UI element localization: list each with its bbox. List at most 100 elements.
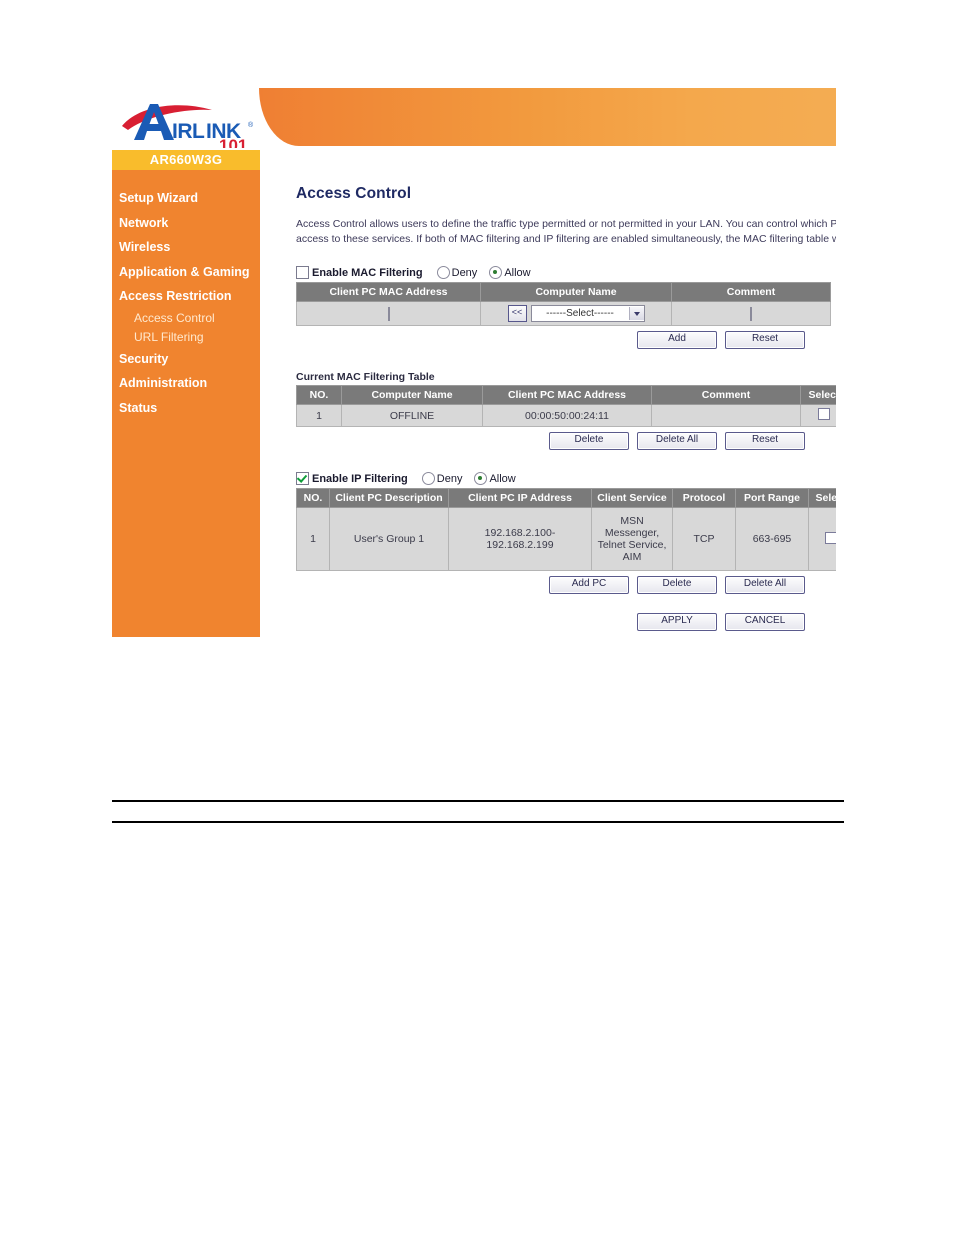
cell-select [800, 404, 836, 427]
header-client-mac: Client PC MAC Address [296, 282, 481, 302]
table-header-row: NO. Client PC Description Client PC IP A… [296, 488, 836, 508]
cell-ip-address: 192.168.2.100-192.168.2.199 [448, 507, 592, 571]
ip-deny-radio[interactable] [421, 472, 435, 485]
computer-name-control: << ------Select------ [507, 305, 645, 322]
reset-button[interactable]: Reset [725, 432, 805, 450]
mac-deny-radio[interactable] [436, 266, 450, 279]
header-no: NO. [296, 488, 330, 508]
router-admin-page: Wire IRL INK ® 101 AR660W3G Setup Wizard… [0, 0, 954, 1235]
airlink-logo: IRL INK ® 101 [120, 96, 260, 148]
ip-table-buttons: Add PC Delete Delete All [296, 576, 805, 594]
enable-ip-filtering-checkbox[interactable] [296, 472, 309, 485]
footer-divider-bottom [112, 821, 844, 823]
mac-deny-label: Deny [451, 266, 478, 279]
ip-deny-label: Deny [436, 472, 463, 485]
ip-filter-options: Enable IP Filtering Deny Allow [296, 472, 836, 485]
delete-button[interactable]: Delete [637, 576, 717, 594]
cell-comment-input [671, 301, 831, 326]
page-description: Access Control allows users to define th… [296, 217, 836, 246]
cell-port-range: 663-695 [735, 507, 809, 571]
header-computer-name: Computer Name [480, 282, 672, 302]
reset-button[interactable]: Reset [725, 331, 805, 349]
mac-filter-options: Enable MAC Filtering Deny Allow [296, 266, 836, 279]
ip-filtering-table: NO. Client PC Description Client PC IP A… [296, 488, 836, 571]
enable-mac-filtering-label: Enable MAC Filtering [312, 266, 423, 279]
cell-no: 1 [296, 404, 342, 427]
svg-text:101: 101 [219, 136, 247, 148]
sidebar-subitem-url-filtering[interactable]: URL Filtering [112, 328, 260, 347]
ip-allow-label: Allow [489, 472, 516, 485]
cell-select [808, 507, 836, 571]
sidebar-item-security[interactable]: Security [112, 347, 260, 372]
header-comment: Comment [651, 385, 801, 405]
mac-allow-radio[interactable] [489, 266, 503, 279]
row-select-checkbox[interactable] [825, 531, 836, 544]
table-header-row: NO. Computer Name Client PC MAC Address … [296, 385, 836, 405]
computer-name-select-value: ------Select------ [546, 308, 614, 319]
add-button[interactable]: Add [637, 331, 717, 349]
header-computer-name: Computer Name [341, 385, 483, 405]
banner-gradient: Wire [259, 88, 836, 146]
mac-allow-label: Allow [504, 266, 531, 279]
copy-left-button[interactable]: << [507, 305, 527, 322]
cancel-button[interactable]: CANCEL [725, 613, 805, 631]
cell-description: User's Group 1 [329, 507, 449, 571]
header-port-range: Port Range [735, 488, 809, 508]
description-line-1: Access Control allows users to define th… [296, 218, 836, 230]
model-name-bar: AR660W3G [112, 150, 260, 170]
header-select: Select [800, 385, 836, 405]
mac-table-caption: Current MAC Filtering Table [296, 371, 435, 383]
header-select: Select [808, 488, 836, 508]
sidebar-nav: Setup Wizard Network Wireless Applicatio… [112, 170, 260, 420]
delete-button[interactable]: Delete [549, 432, 629, 450]
delete-all-button[interactable]: Delete All [725, 576, 805, 594]
apply-button[interactable]: APPLY [637, 613, 717, 631]
table-row: 1 OFFLINE 00:00:50:00:24:11 [296, 404, 836, 427]
cell-no: 1 [296, 507, 330, 571]
sidebar-item-wireless[interactable]: Wireless [112, 235, 260, 260]
add-pc-button[interactable]: Add PC [549, 576, 629, 594]
footer-divider-top [112, 800, 844, 802]
sidebar-item-access-restriction[interactable]: Access Restriction [112, 284, 260, 309]
computer-name-select[interactable]: ------Select------ [530, 305, 645, 322]
mac-table-buttons: Delete Delete All Reset [296, 432, 805, 450]
comment-input[interactable] [750, 306, 752, 321]
table-row: 1 User's Group 1 192.168.2.100-192.168.2… [296, 507, 836, 571]
sidebar-item-administration[interactable]: Administration [112, 371, 260, 396]
footer-buttons: APPLY CANCEL [296, 613, 805, 631]
header-comment: Comment [671, 282, 831, 302]
current-mac-filtering-table: NO. Computer Name Client PC MAC Address … [296, 385, 836, 427]
cell-protocol: TCP [672, 507, 736, 571]
page-title: Access Control [296, 185, 412, 202]
mac-address-input[interactable] [387, 306, 390, 321]
header-no: NO. [296, 385, 342, 405]
cell-mac-address: 00:00:50:00:24:11 [482, 404, 652, 427]
sidebar: AR660W3G Setup Wizard Network Wireless A… [112, 150, 260, 637]
svg-text:IRL: IRL [172, 120, 205, 143]
sidebar-subitem-access-control[interactable]: Access Control [112, 309, 260, 328]
sidebar-item-status[interactable]: Status [112, 396, 260, 421]
header-client-service: Client Service [591, 488, 673, 508]
enable-ip-filtering-label: Enable IP Filtering [312, 472, 408, 485]
chevron-down-icon [628, 307, 644, 320]
sidebar-item-network[interactable]: Network [112, 211, 260, 236]
delete-all-button[interactable]: Delete All [637, 432, 717, 450]
mac-entry-buttons: Add Reset [296, 331, 805, 349]
sidebar-item-setup-wizard[interactable]: Setup Wizard [112, 186, 260, 211]
description-line-2: access to these services. If both of MAC… [296, 232, 836, 245]
enable-mac-filtering-checkbox[interactable] [296, 266, 309, 279]
mac-entry-table: Client PC MAC Address Computer Name Comm… [296, 282, 831, 326]
cell-computer-name-select: << ------Select------ [480, 301, 672, 326]
svg-text:®: ® [248, 121, 254, 129]
header-client-description: Client PC Description [329, 488, 449, 508]
table-header-row: Client PC MAC Address Computer Name Comm… [296, 282, 831, 302]
ip-allow-radio[interactable] [474, 472, 488, 485]
cell-computer-name: OFFLINE [341, 404, 483, 427]
row-select-checkbox[interactable] [818, 408, 830, 420]
header-client-ip: Client PC IP Address [448, 488, 592, 508]
header-protocol: Protocol [672, 488, 736, 508]
header-banner: Wire [259, 88, 836, 146]
cell-client-service: MSN Messenger, Telnet Service, AIM [591, 507, 673, 571]
main-content: Access Control Access Control allows use… [296, 185, 836, 635]
sidebar-item-application-gaming[interactable]: Application & Gaming [112, 260, 260, 285]
